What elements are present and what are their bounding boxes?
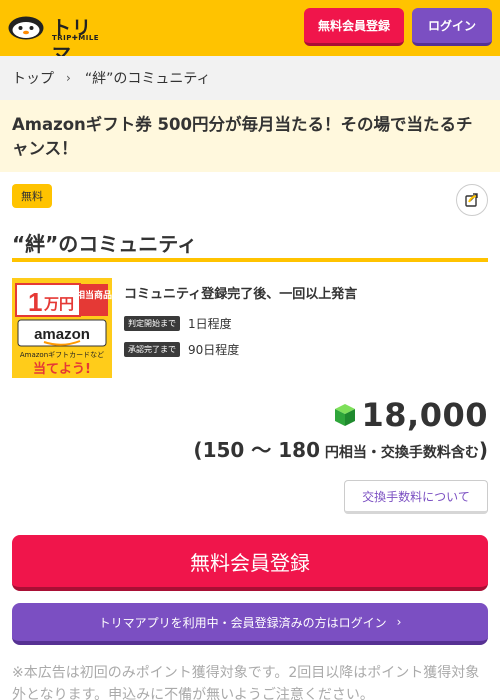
offer-thumbnail: 1 万円 相当商品 amazon Amazonギフトカードなど 当てよう!: [12, 278, 112, 378]
yen-unit: 円相当・交換手数料含む: [319, 445, 479, 461]
title-underline: [12, 258, 488, 262]
thumb-cta: 当てよう!: [33, 361, 91, 377]
breadcrumb-current: “絆”のコミュニティ: [84, 71, 211, 87]
points-reward: 18,000: [334, 396, 488, 434]
chevron-right-icon: ›: [396, 615, 402, 629]
thumb-amount-unit: 万円: [43, 295, 74, 313]
offer-condition: コミュニティ登録完了後、一回以上発言: [124, 287, 358, 302]
thumb-caption: Amazonギフトカードなど: [20, 351, 104, 359]
breadcrumb-home-link[interactable]: トップ: [12, 68, 54, 88]
points-value: 18,000: [361, 396, 488, 434]
approve-row: 承認完了まで 90日程度: [124, 341, 239, 358]
thumb-amount-label: 相当商品: [76, 289, 112, 301]
yen-equivalent: (150 〜 180 円相当・交換手数料含む): [193, 434, 488, 463]
judge-start-value: 1日程度: [188, 317, 232, 331]
site-header: トリマ TRIP✚MILE 無料会員登録 ログイン: [0, 0, 500, 66]
trima-logo[interactable]: トリマ TRIP✚MILE: [8, 12, 100, 66]
login-button-label: トリマアプリを利用中・会員登録済みの方はログイン: [98, 615, 387, 630]
header-login-button[interactable]: ログイン: [412, 8, 492, 46]
chevron-right-icon: ›: [66, 71, 71, 85]
penguin-logo-icon: [8, 16, 44, 40]
free-badge: 無料: [12, 184, 52, 208]
approve-value: 90日程度: [188, 343, 240, 357]
share-icon: [465, 193, 478, 207]
breadcrumb: トップ › “絆”のコミュニティ: [0, 56, 500, 100]
approve-tag: 承認完了まで: [124, 342, 180, 357]
yen-close: ): [478, 438, 488, 462]
thumb-amount-num: 1: [28, 287, 42, 317]
judge-start-row: 判定開始まで 1日程度: [124, 315, 232, 332]
login-button[interactable]: トリマアプリを利用中・会員登録済みの方はログイン ›: [12, 603, 488, 645]
disclaimer-note: ※本広告は初回のみポイント獲得対象です。2回目以降はポイント獲得対象外となります…: [12, 665, 480, 700]
logo-tagline: TRIP✚MILE: [52, 34, 100, 42]
exchange-fee-button[interactable]: 交換手数料について: [344, 480, 488, 514]
page-title: “絆”のコミュニティ: [12, 232, 198, 256]
yen-range: (150 〜 180: [193, 438, 320, 462]
header-register-button[interactable]: 無料会員登録: [304, 8, 404, 46]
judge-start-tag: 判定開始まで: [124, 316, 180, 331]
green-cube-point-icon: [334, 404, 355, 426]
campaign-banner[interactable]: Amazonギフト券 500円分が毎月当たる！その場で当たるチャンス！: [0, 100, 500, 172]
thumb-amazon-brand: amazon: [34, 326, 90, 343]
register-button[interactable]: 無料会員登録: [12, 535, 488, 591]
share-button[interactable]: [456, 184, 488, 216]
campaign-banner-text: Amazonギフト券 500円分が毎月当たる！その場で当たるチャンス！: [12, 115, 473, 158]
amazon-gift-image: 1 万円 相当商品 amazon Amazonギフトカードなど 当てよう!: [12, 278, 112, 378]
